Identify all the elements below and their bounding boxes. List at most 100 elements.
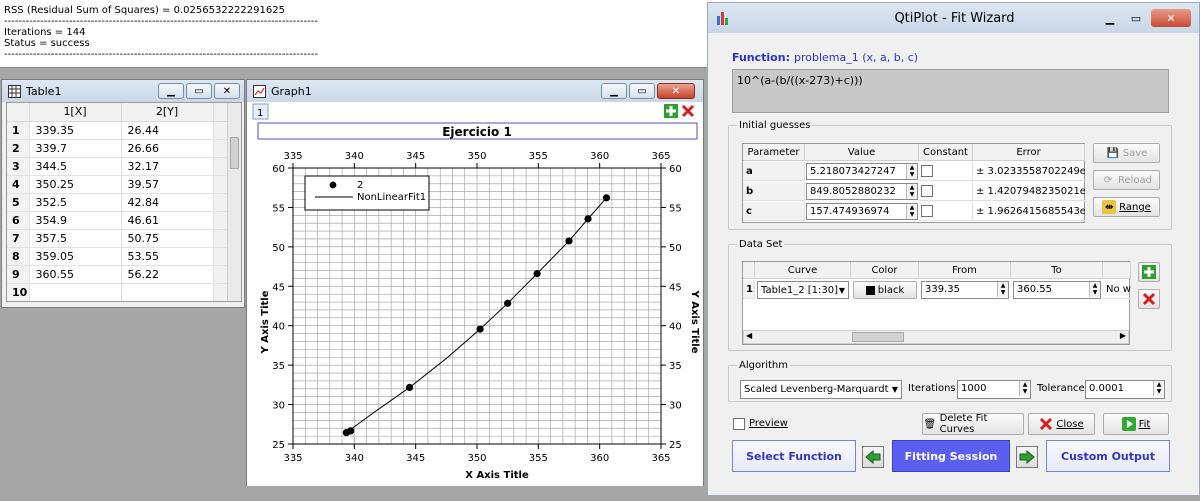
table-row[interactable]: 10 xyxy=(7,283,228,301)
layer-button[interactable]: 1 xyxy=(252,103,269,120)
row-number[interactable]: 9 xyxy=(7,265,30,284)
data-point[interactable] xyxy=(533,269,541,278)
minimize-button[interactable]: ▁ xyxy=(601,83,627,99)
add-dataset-button[interactable] xyxy=(1138,262,1160,282)
constant-checkbox[interactable] xyxy=(921,185,933,197)
algorithm-select[interactable]: Scaled Levenberg-Marquardt ▼ xyxy=(740,380,902,399)
table-row[interactable]: 4 350.25 39.57 xyxy=(7,175,228,194)
row-number[interactable]: 5 xyxy=(7,193,30,212)
table-row[interactable]: 2 339.7 26.66 xyxy=(7,139,228,158)
preview-checkbox[interactable] xyxy=(733,418,745,430)
table-row[interactable]: 8 359.05 53.55 xyxy=(7,247,228,266)
restore-button[interactable]: ▭ xyxy=(186,83,212,99)
fit-wizard-window[interactable]: QtiPlot - Fit Wizard ▁ ▭ ✕ Function: prob… xyxy=(707,2,1200,496)
delete-fit-curves-button[interactable]: 🗑 Delete Fit Curves xyxy=(922,413,1024,435)
cell-x[interactable]: 359.05 xyxy=(29,247,122,266)
column-header-y[interactable]: 2[Y] xyxy=(121,103,214,122)
row-number[interactable]: 7 xyxy=(7,229,30,248)
table-row[interactable]: 3 344.5 32.17 xyxy=(7,157,228,176)
data-point[interactable] xyxy=(565,237,573,245)
fitting-session-button[interactable]: Fitting Session xyxy=(892,440,1010,472)
dataset-hscrollbar[interactable]: ◀ ▶ xyxy=(743,330,1129,344)
parameters-table[interactable]: Parameter Value Constant Error a 5.218073… xyxy=(742,143,1085,223)
cell-x[interactable]: 350.25 xyxy=(29,175,122,194)
formula-box[interactable]: 10^(a-(b/((x-273)+c))) xyxy=(732,69,1169,113)
cell-y[interactable]: 26.44 xyxy=(121,121,214,140)
cell-x[interactable]: 354.9 xyxy=(29,211,122,230)
cell-x[interactable]: 357.5 xyxy=(29,229,122,248)
minimize-button[interactable]: ▁ xyxy=(1099,9,1121,27)
table-row[interactable]: 7 357.5 50.75 xyxy=(7,229,228,248)
graph-window[interactable]: Graph1 ▁ ▭ ✕ 1 Ejercicio 1 335 335 340 340 3… xyxy=(246,79,704,486)
dataset-table[interactable]: Curve Color From To 1 Table1_2 [1:30] ▼ b… xyxy=(742,261,1131,345)
fit-button[interactable]: Fit xyxy=(1103,413,1169,435)
data-point[interactable] xyxy=(405,383,414,392)
table-row[interactable]: 1 339.35 26.44 xyxy=(7,121,228,140)
row-number[interactable]: 3 xyxy=(7,157,30,176)
cell-y[interactable]: 50.75 xyxy=(121,229,214,248)
data-point[interactable] xyxy=(476,325,484,333)
cell-y[interactable]: 56.22 xyxy=(121,265,214,284)
table-row[interactable]: 9 360.55 56.22 xyxy=(7,265,228,284)
legend[interactable]: 2NonLinearFit1 xyxy=(304,175,430,211)
row-number[interactable]: 2 xyxy=(7,139,30,158)
table-titlebar[interactable]: Table1 ▁ ▭ ✕ xyxy=(2,80,244,102)
row-number[interactable]: 8 xyxy=(7,247,30,266)
scroll-right-icon[interactable]: ▶ xyxy=(1120,331,1126,340)
maximize-button[interactable]: ▭ xyxy=(1125,9,1147,27)
cell-y[interactable]: 39.57 xyxy=(121,175,214,194)
table-scrollbar[interactable] xyxy=(227,103,241,301)
cell-x[interactable]: 339.7 xyxy=(29,139,122,158)
table-window[interactable]: Table1 ▁ ▭ ✕ 1[X] 2[Y] 1 339.35 26.44 2 339.… xyxy=(1,79,245,308)
scrollbar-thumb[interactable] xyxy=(230,137,239,169)
cell-x[interactable]: 339.35 xyxy=(29,121,122,140)
back-arrow-button[interactable] xyxy=(862,446,884,468)
row-number[interactable]: 4 xyxy=(7,175,30,194)
row-number[interactable]: 1 xyxy=(7,121,30,140)
chart-title[interactable]: Ejercicio 1 xyxy=(442,125,512,139)
cell-y[interactable]: 53.55 xyxy=(121,247,214,266)
wizard-titlebar[interactable]: QtiPlot - Fit Wizard ▁ ▭ ✕ xyxy=(708,3,1199,33)
restore-button[interactable]: ▭ xyxy=(629,83,655,99)
data-point[interactable] xyxy=(347,427,355,435)
constant-checkbox[interactable] xyxy=(921,165,933,177)
graph-titlebar[interactable]: Graph1 ▁ ▭ ✕ xyxy=(247,80,703,102)
to-spinbox[interactable]: 360.55 ▲ ▼ xyxy=(1013,281,1101,299)
y-axis-title-right[interactable]: Y Axis Title xyxy=(689,289,700,353)
iterations-spinbox[interactable]: 1000 ▲ ▼ xyxy=(957,380,1031,399)
cell-y[interactable]: 42.84 xyxy=(121,193,214,212)
cell-y[interactable]: 26.66 xyxy=(121,139,214,158)
from-spinbox[interactable]: 339.35 ▲ ▼ xyxy=(921,281,1009,299)
column-header-x[interactable]: 1[X] xyxy=(29,103,122,122)
color-picker-button[interactable]: black xyxy=(853,281,917,299)
data-point[interactable] xyxy=(504,299,512,307)
next-arrow-button[interactable] xyxy=(1016,446,1038,468)
data-point[interactable] xyxy=(602,194,611,202)
select-function-button[interactable]: Select Function xyxy=(732,440,856,472)
cell-x[interactable] xyxy=(29,283,122,301)
param-value-spinbox[interactable]: 5.218073427247 ▲ ▼ xyxy=(806,163,918,180)
add-layer-icon[interactable] xyxy=(664,104,678,118)
table-row[interactable]: 6 354.9 46.61 xyxy=(7,211,228,230)
data-point[interactable] xyxy=(584,215,592,223)
cell-x[interactable]: 360.55 xyxy=(29,265,122,284)
cell-x[interactable]: 352.5 xyxy=(29,193,122,212)
cell-y[interactable]: 32.17 xyxy=(121,157,214,176)
cell-y[interactable] xyxy=(121,283,214,301)
scroll-left-icon[interactable]: ◀ xyxy=(746,331,752,340)
row-number[interactable]: 10 xyxy=(7,283,30,301)
row-number[interactable]: 6 xyxy=(7,211,30,230)
custom-output-button[interactable]: Custom Output xyxy=(1046,440,1170,472)
cell-y[interactable]: 46.61 xyxy=(121,211,214,230)
data-table[interactable]: 1[X] 2[Y] 1 339.35 26.44 2 339.7 26.66 3 344.5 3… xyxy=(6,102,242,302)
close-button[interactable]: ✕ xyxy=(214,83,240,99)
save-button[interactable]: 💾 Save xyxy=(1093,143,1160,163)
close-button[interactable]: ✕ xyxy=(1151,9,1191,27)
cell-x[interactable]: 344.5 xyxy=(29,157,122,176)
range-button[interactable]: ⇹ Range xyxy=(1093,197,1160,217)
close-wizard-button[interactable]: Close xyxy=(1028,413,1095,435)
param-value-spinbox[interactable]: 157.474936974 ▲ ▼ xyxy=(806,203,918,220)
weighting-cell[interactable]: No we xyxy=(1103,280,1131,299)
hscroll-thumb[interactable] xyxy=(852,332,904,342)
y-axis-title-left[interactable]: Y Axis Title xyxy=(260,290,271,354)
